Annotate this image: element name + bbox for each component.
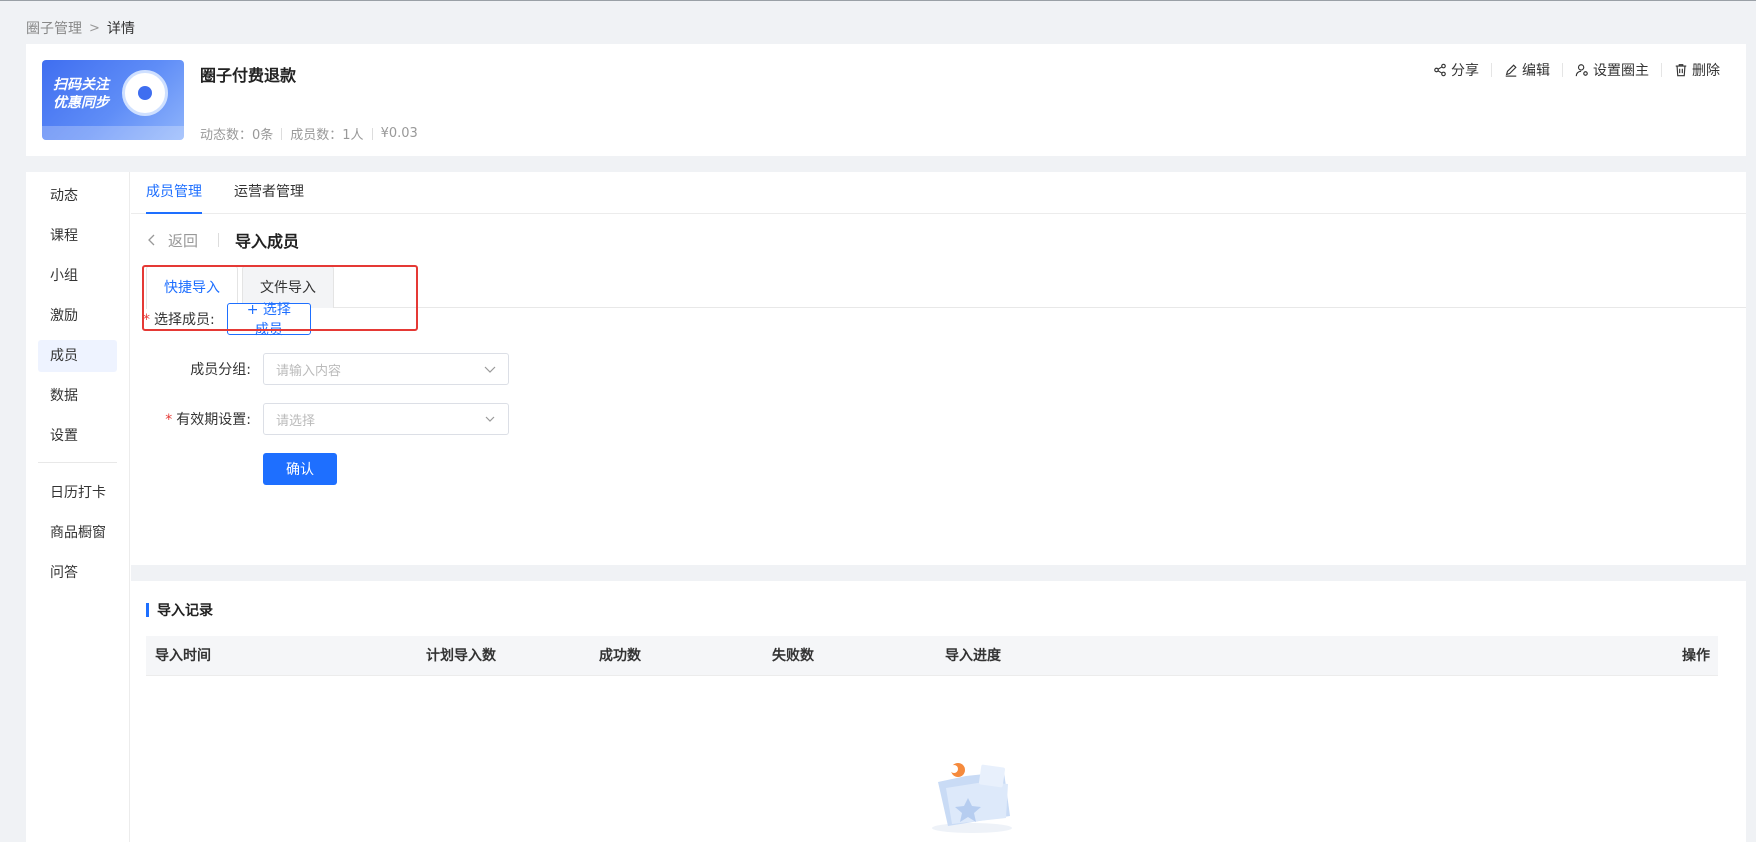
cover-text-line1: 扫码关注 bbox=[53, 77, 109, 93]
sidebar-item-data[interactable]: 数据 bbox=[38, 380, 117, 412]
header-actions: 分享 编辑 设置圈主 删除 bbox=[1433, 60, 1720, 80]
circle-cover-image: 扫码关注 优惠同步 bbox=[42, 60, 184, 140]
circle-title: 圈子付费退款 bbox=[200, 66, 297, 85]
stat-members: 成员数：1人 bbox=[290, 128, 364, 143]
sidebar-item-qa[interactable]: 问答 bbox=[38, 557, 117, 589]
sidebar-item-calendar-checkin[interactable]: 日历打卡 bbox=[38, 477, 117, 509]
share-icon bbox=[1434, 63, 1446, 77]
window-top-border bbox=[0, 0, 1756, 1]
validity-label: 有效期设置: bbox=[176, 412, 251, 428]
cover-text-line2: 优惠同步 bbox=[53, 95, 109, 111]
column-planned-count: 计划导入数 bbox=[426, 648, 496, 664]
back-label: 返回 bbox=[168, 231, 199, 250]
share-label: 分享 bbox=[1451, 63, 1479, 79]
import-records-heading: 导入记录 bbox=[146, 600, 213, 620]
delete-label: 删除 bbox=[1692, 63, 1720, 79]
main-content: 成员管理 运营者管理 返回 导入成员 快捷导入 文件导入 * 选择成员: + 选择… bbox=[131, 172, 1746, 842]
form-row-confirm: 确认 bbox=[263, 453, 337, 485]
share-button[interactable]: 分享 bbox=[1433, 60, 1479, 80]
sidebar-item-groups[interactable]: 小组 bbox=[38, 260, 117, 292]
member-group-placeholder: 请输入内容 bbox=[276, 363, 342, 379]
validity-placeholder: 请选择 bbox=[276, 413, 316, 429]
detail-body-card: 动态 课程 小组 激励 成员 数据 设置 日历打卡 商品橱窗 问答 成员管理 运… bbox=[26, 172, 1746, 842]
sidebar-divider bbox=[38, 462, 117, 463]
breadcrumb-parent[interactable]: 圈子管理 bbox=[26, 18, 82, 38]
form-row-member-group: 成员分组: 请输入内容 bbox=[131, 353, 509, 385]
breadcrumb: 圈子管理 > 详情 bbox=[26, 18, 135, 38]
sidebar-item-courses[interactable]: 课程 bbox=[38, 220, 117, 252]
user-setting-icon bbox=[1575, 64, 1588, 77]
delete-button[interactable]: 删除 bbox=[1674, 60, 1720, 80]
chevron-right-icon: > bbox=[89, 20, 100, 36]
edit-label: 编辑 bbox=[1522, 63, 1550, 79]
member-group-label: 成员分组: bbox=[190, 362, 251, 378]
set-owner-label: 设置圈主 bbox=[1593, 63, 1649, 79]
empty-state-illustration bbox=[932, 763, 1012, 833]
chevron-down-icon bbox=[484, 366, 496, 373]
tab-operator-management[interactable]: 运营者管理 bbox=[234, 172, 304, 214]
select-members-button[interactable]: + 选择成员 bbox=[226, 302, 311, 338]
sidebar-item-product-showcase[interactable]: 商品橱窗 bbox=[38, 517, 117, 549]
edit-icon bbox=[1505, 64, 1517, 77]
circle-stats: 动态数：0条 成员数：1人 ¥0.03 bbox=[200, 124, 418, 143]
column-import-time: 导入时间 bbox=[155, 648, 211, 664]
column-actions: 操作 bbox=[1682, 648, 1710, 664]
stat-posts: 动态数：0条 bbox=[200, 128, 274, 143]
stat-price: ¥0.03 bbox=[380, 126, 418, 141]
import-records-title: 导入记录 bbox=[157, 603, 213, 619]
required-mark: * bbox=[165, 412, 173, 428]
tab-member-management[interactable]: 成员管理 bbox=[146, 172, 202, 214]
confirm-button[interactable]: 确认 bbox=[263, 453, 337, 485]
sidebar-item-settings[interactable]: 设置 bbox=[38, 420, 117, 452]
back-button[interactable]: 返回 bbox=[146, 230, 198, 251]
section-separator bbox=[131, 565, 1746, 581]
qr-code-icon bbox=[122, 70, 168, 116]
column-success-count: 成功数 bbox=[599, 648, 641, 664]
sidebar-item-incentives[interactable]: 激励 bbox=[38, 300, 117, 332]
sidebar-nav: 动态 课程 小组 激励 成员 数据 设置 日历打卡 商品橱窗 问答 bbox=[26, 172, 130, 842]
breadcrumb-current: 详情 bbox=[106, 21, 135, 37]
trash-icon bbox=[1675, 64, 1687, 77]
form-row-select-members: * 选择成员: + 选择成员 bbox=[131, 302, 311, 338]
page-title: 导入成员 bbox=[235, 232, 300, 251]
import-records-table-header: 导入时间 计划导入数 成功数 失败数 导入进度 操作 bbox=[146, 636, 1718, 676]
page-header: 返回 导入成员 bbox=[146, 228, 299, 252]
member-group-select[interactable]: 请输入内容 bbox=[263, 353, 509, 385]
edit-button[interactable]: 编辑 bbox=[1504, 60, 1550, 80]
chevron-left-icon bbox=[148, 234, 155, 246]
select-members-label: 选择成员: bbox=[153, 312, 215, 328]
column-fail-count: 失败数 bbox=[772, 648, 814, 664]
circle-header-card: 扫码关注 优惠同步 圈子付费退款 动态数：0条 成员数：1人 ¥0.03 分享 … bbox=[26, 44, 1746, 156]
column-progress: 导入进度 bbox=[945, 648, 1001, 664]
management-tabs: 成员管理 运营者管理 bbox=[131, 172, 1746, 214]
import-mode-tabs: 快捷导入 文件导入 bbox=[146, 266, 1746, 309]
required-mark: * bbox=[142, 312, 150, 328]
sidebar-item-posts[interactable]: 动态 bbox=[38, 180, 117, 212]
sidebar-item-members[interactable]: 成员 bbox=[38, 340, 117, 372]
validity-select[interactable]: 请选择 bbox=[263, 403, 509, 435]
form-row-validity: * 有效期设置: 请选择 bbox=[131, 403, 509, 435]
set-owner-button[interactable]: 设置圈主 bbox=[1575, 60, 1649, 80]
chevron-down-icon bbox=[485, 416, 495, 422]
